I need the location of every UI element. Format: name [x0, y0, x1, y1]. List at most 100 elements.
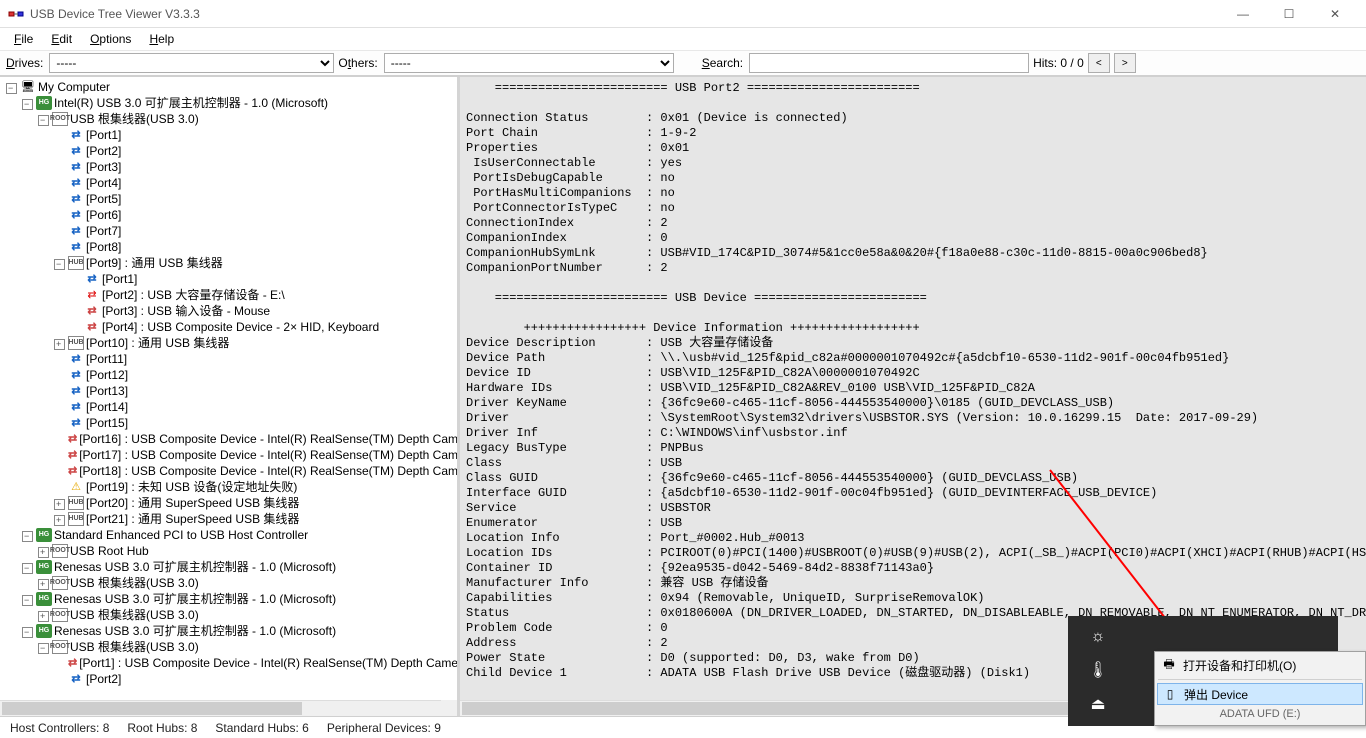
- port-icon: [68, 672, 84, 686]
- tree-host[interactable]: HGRenesas USB 3.0 可扩展主机控制器 - 1.0 (Micros…: [22, 559, 457, 575]
- hub-icon: HUB: [68, 496, 84, 510]
- tree-device[interactable]: [Port4] : USB Composite Device - 2× HID,…: [70, 319, 457, 335]
- tree-pane: My Computer HGIntel(R) USB 3.0 可扩展主机控制器 …: [0, 77, 460, 716]
- tree-device[interactable]: [Port19] : 未知 USB 设备(设定地址失败): [54, 479, 457, 495]
- menubar: File Edit Options Help: [0, 28, 1366, 50]
- tree-root-hub[interactable]: ROOTUSB 根集线器(USB 3.0): [38, 607, 457, 623]
- port-icon: [68, 384, 84, 398]
- tree-device[interactable]: [Port3] : USB 输入设备 - Mouse: [70, 303, 457, 319]
- others-select[interactable]: -----: [384, 53, 674, 73]
- search-input[interactable]: [749, 53, 1029, 73]
- port-icon: [68, 160, 84, 174]
- drive-icon: ▯: [1162, 686, 1178, 702]
- maximize-button[interactable]: ☐: [1266, 0, 1312, 28]
- tree-port[interactable]: [Port2]: [54, 671, 457, 687]
- tree-port[interactable]: [Port6]: [54, 207, 457, 223]
- host-icon: HG: [36, 560, 52, 574]
- tree-port[interactable]: [Port14]: [54, 399, 457, 415]
- tree-port[interactable]: [Port2]: [54, 143, 457, 159]
- tree-port[interactable]: [Port11]: [54, 351, 457, 367]
- temp-icon[interactable]: 🌡: [1088, 660, 1108, 680]
- device-icon: [68, 432, 77, 446]
- tree-hub[interactable]: HUB[Port21] : 通用 SuperSpeed USB 集线器: [54, 511, 457, 527]
- menu-drive-label: ADATA UFD (E:): [1157, 705, 1363, 723]
- tree-hub[interactable]: HUB[Port10] : 通用 USB 集线器: [54, 335, 457, 351]
- tree-host[interactable]: HGStandard Enhanced PCI to USB Host Cont…: [22, 527, 457, 543]
- tree-port[interactable]: [Port13]: [54, 383, 457, 399]
- device-icon: [84, 320, 100, 334]
- tree-device[interactable]: [Port2] : USB 大容量存储设备 - E:\: [70, 287, 457, 303]
- tree-root-hub[interactable]: ROOTUSB 根集线器(USB 3.0): [38, 575, 457, 591]
- status-sh: Standard Hubs: 6: [215, 721, 308, 735]
- tree-port[interactable]: [Port7]: [54, 223, 457, 239]
- status-hc: Host Controllers: 8: [10, 721, 109, 735]
- drives-select[interactable]: -----: [49, 53, 334, 73]
- tree-hscroll[interactable]: [0, 700, 441, 716]
- tree-port[interactable]: [Port1]: [70, 271, 457, 287]
- device-icon: [84, 304, 100, 318]
- root-hub-icon: ROOT: [52, 544, 68, 558]
- tree-root-hub[interactable]: ROOTUSB 根集线器(USB 3.0): [38, 111, 457, 127]
- menu-file[interactable]: File: [6, 30, 41, 48]
- root-hub-icon: ROOT: [52, 576, 68, 590]
- port-icon: [84, 272, 100, 286]
- tree-port[interactable]: [Port15]: [54, 415, 457, 431]
- menu-eject-device[interactable]: ▯弹出 Device: [1157, 683, 1363, 705]
- tree-device[interactable]: [Port16] : USB Composite Device - Intel(…: [54, 431, 457, 447]
- port-icon: [68, 368, 84, 382]
- tree-port[interactable]: [Port5]: [54, 191, 457, 207]
- eject-context-menu: 🖶打开设备和打印机(O) ▯弹出 Device ADATA UFD (E:): [1154, 651, 1366, 726]
- port-icon: [68, 192, 84, 206]
- tree-hub[interactable]: HUB[Port9] : 通用 USB 集线器: [54, 255, 457, 271]
- tree-port[interactable]: [Port4]: [54, 175, 457, 191]
- tree-device[interactable]: [Port18] : USB Composite Device - Intel(…: [54, 463, 457, 479]
- tree-device[interactable]: [Port17] : USB Composite Device - Intel(…: [54, 447, 457, 463]
- tree-host[interactable]: HGRenesas USB 3.0 可扩展主机控制器 - 1.0 (Micros…: [22, 623, 457, 639]
- host-icon: HG: [36, 592, 52, 606]
- device-icon: [68, 448, 77, 462]
- port-icon: [68, 176, 84, 190]
- minimize-button[interactable]: —: [1220, 0, 1266, 28]
- window-title: USB Device Tree Viewer V3.3.3: [30, 7, 1220, 21]
- status-rh: Root Hubs: 8: [127, 721, 197, 735]
- search-label: Search:: [702, 56, 743, 70]
- others-label: Others:: [338, 56, 377, 70]
- prev-hit-button[interactable]: <: [1088, 53, 1110, 73]
- menu-options[interactable]: Options: [82, 30, 139, 48]
- tree-root[interactable]: My Computer: [6, 79, 457, 95]
- device-icon: [84, 288, 100, 302]
- tree-port[interactable]: [Port1]: [54, 127, 457, 143]
- brightness-icon[interactable]: ☼: [1091, 628, 1106, 646]
- warn-icon: [68, 480, 84, 494]
- port-icon: [68, 416, 84, 430]
- tree-hub[interactable]: HUB[Port20] : 通用 SuperSpeed USB 集线器: [54, 495, 457, 511]
- toolbar: Drives: ----- Others: ----- Search: Hits…: [0, 50, 1366, 76]
- tree-root-hub[interactable]: ROOTUSB 根集线器(USB 3.0): [38, 639, 457, 655]
- app-icon: [8, 6, 24, 22]
- status-pd: Peripheral Devices: 9: [327, 721, 441, 735]
- menu-separator: [1158, 679, 1362, 680]
- tree-port[interactable]: [Port8]: [54, 239, 457, 255]
- pc-icon: [20, 80, 36, 94]
- hub-icon: HUB: [68, 256, 84, 270]
- port-icon: [68, 224, 84, 238]
- tree-port[interactable]: [Port12]: [54, 367, 457, 383]
- eject-icon[interactable]: ⏏: [1090, 694, 1105, 714]
- menu-help[interactable]: Help: [141, 30, 182, 48]
- close-button[interactable]: ✕: [1312, 0, 1358, 28]
- menu-edit[interactable]: Edit: [43, 30, 80, 48]
- scroll-corner: [441, 700, 457, 716]
- tree-port[interactable]: [Port3]: [54, 159, 457, 175]
- root-hub-icon: ROOT: [52, 608, 68, 622]
- tree-host[interactable]: HGRenesas USB 3.0 可扩展主机控制器 - 1.0 (Micros…: [22, 591, 457, 607]
- port-icon: [68, 128, 84, 142]
- device-tree[interactable]: My Computer HGIntel(R) USB 3.0 可扩展主机控制器 …: [0, 77, 457, 689]
- port-icon: [68, 352, 84, 366]
- tree-root-hub[interactable]: ROOTUSB Root Hub: [38, 543, 457, 559]
- tree-host[interactable]: HGIntel(R) USB 3.0 可扩展主机控制器 - 1.0 (Micro…: [22, 95, 457, 111]
- next-hit-button[interactable]: >: [1114, 53, 1136, 73]
- titlebar: USB Device Tree Viewer V3.3.3 — ☐ ✕: [0, 0, 1366, 28]
- device-icon: [68, 656, 77, 670]
- tree-device[interactable]: [Port1] : USB Composite Device - Intel(R…: [54, 655, 457, 671]
- menu-open-devices[interactable]: 🖶打开设备和打印机(O): [1157, 654, 1363, 676]
